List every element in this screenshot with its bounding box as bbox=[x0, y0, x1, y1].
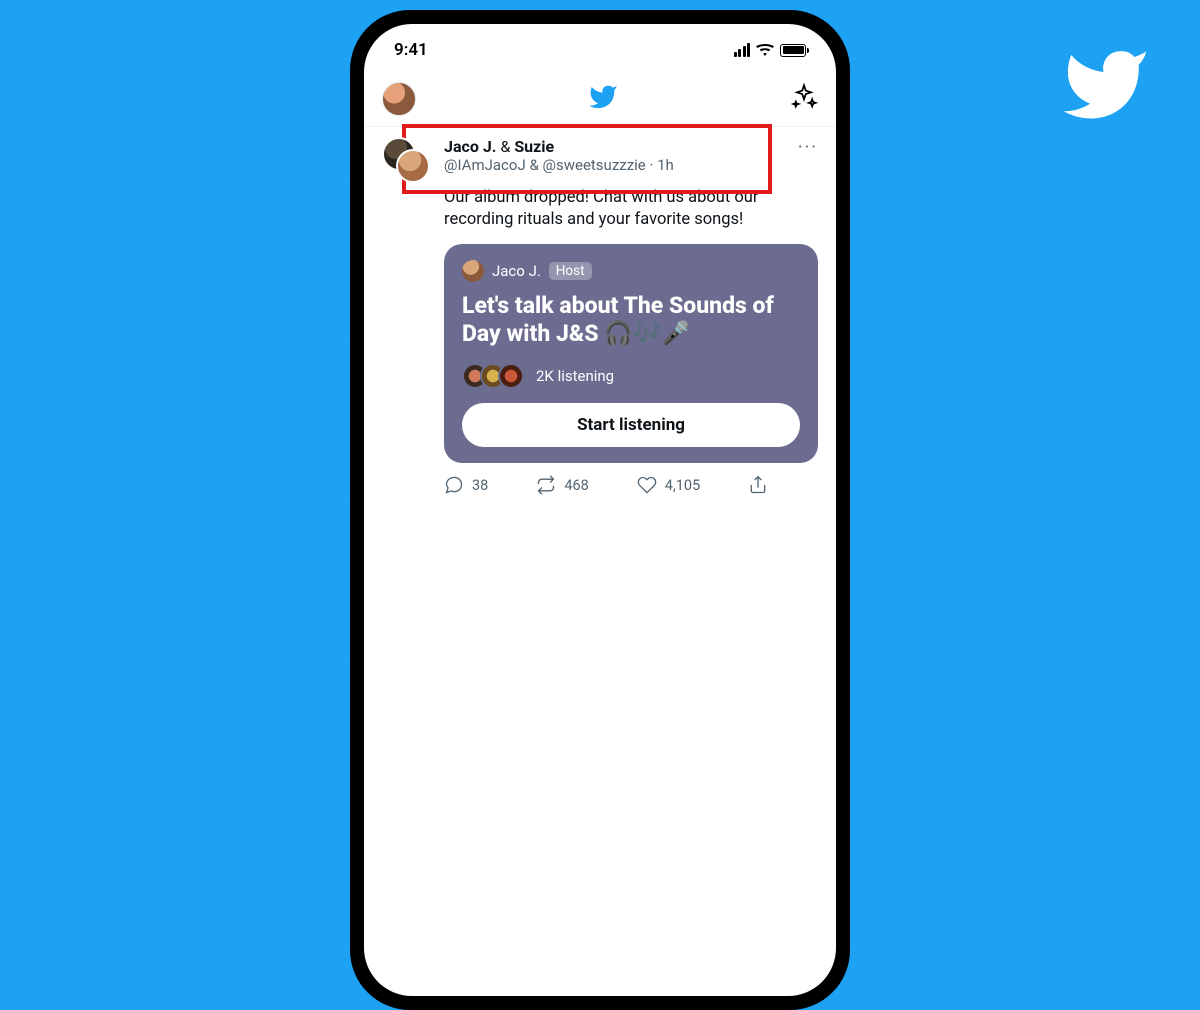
heart-icon bbox=[637, 475, 657, 495]
tweet-text: Our album dropped! Chat with us about ou… bbox=[444, 187, 818, 232]
sparkle-icon[interactable] bbox=[790, 83, 818, 115]
space-host-avatar bbox=[462, 260, 484, 282]
reply-count: 38 bbox=[472, 477, 488, 494]
wifi-icon bbox=[756, 43, 774, 57]
phone-frame: 9:41 bbox=[350, 10, 850, 1010]
profile-avatar[interactable] bbox=[382, 82, 416, 116]
author1-name: Jaco J. bbox=[444, 137, 496, 156]
space-card[interactable]: Jaco J. Host Let's talk about The Sounds… bbox=[444, 244, 818, 464]
listening-count: 2K listening bbox=[536, 367, 614, 385]
reply-button[interactable]: 38 bbox=[444, 475, 488, 495]
twitter-logo-background bbox=[1050, 40, 1160, 130]
cotweet-avatars[interactable] bbox=[382, 137, 434, 183]
retweet-button[interactable]: 468 bbox=[536, 475, 588, 495]
listener-avatars bbox=[462, 363, 524, 389]
author-handles[interactable]: @IAmJacoJ & @sweetsuzzzie · 1h bbox=[444, 156, 788, 174]
status-bar: 9:41 bbox=[364, 24, 836, 76]
space-title: Let's talk about The Sounds of Day with … bbox=[462, 292, 800, 350]
cellular-signal-icon bbox=[734, 43, 751, 57]
start-listening-button[interactable]: Start listening bbox=[462, 403, 800, 447]
retweet-count: 468 bbox=[564, 477, 588, 494]
host-badge: Host bbox=[549, 262, 592, 280]
like-count: 4,105 bbox=[665, 477, 700, 494]
retweet-icon bbox=[536, 475, 556, 495]
tweet[interactable]: Jaco J. & Suzie @IAmJacoJ & @sweetsuzzzi… bbox=[364, 126, 836, 509]
tweet-more-button[interactable]: ··· bbox=[798, 137, 818, 183]
share-icon bbox=[748, 475, 768, 495]
twitter-logo-icon[interactable] bbox=[588, 82, 618, 116]
space-host-name: Jaco J. bbox=[492, 262, 541, 280]
share-button[interactable] bbox=[748, 475, 768, 495]
reply-icon bbox=[444, 475, 464, 495]
app-header bbox=[364, 76, 836, 126]
status-icons bbox=[734, 43, 807, 57]
like-button[interactable]: 4,105 bbox=[637, 475, 700, 495]
phone-screen: 9:41 bbox=[364, 24, 836, 996]
author2-avatar bbox=[396, 149, 430, 183]
battery-icon bbox=[780, 44, 806, 57]
status-time: 9:41 bbox=[394, 40, 428, 60]
author2-name: Suzie bbox=[514, 137, 554, 156]
tweet-actions: 38 468 4,105 bbox=[444, 475, 818, 495]
author-names[interactable]: Jaco J. & Suzie bbox=[444, 137, 788, 156]
